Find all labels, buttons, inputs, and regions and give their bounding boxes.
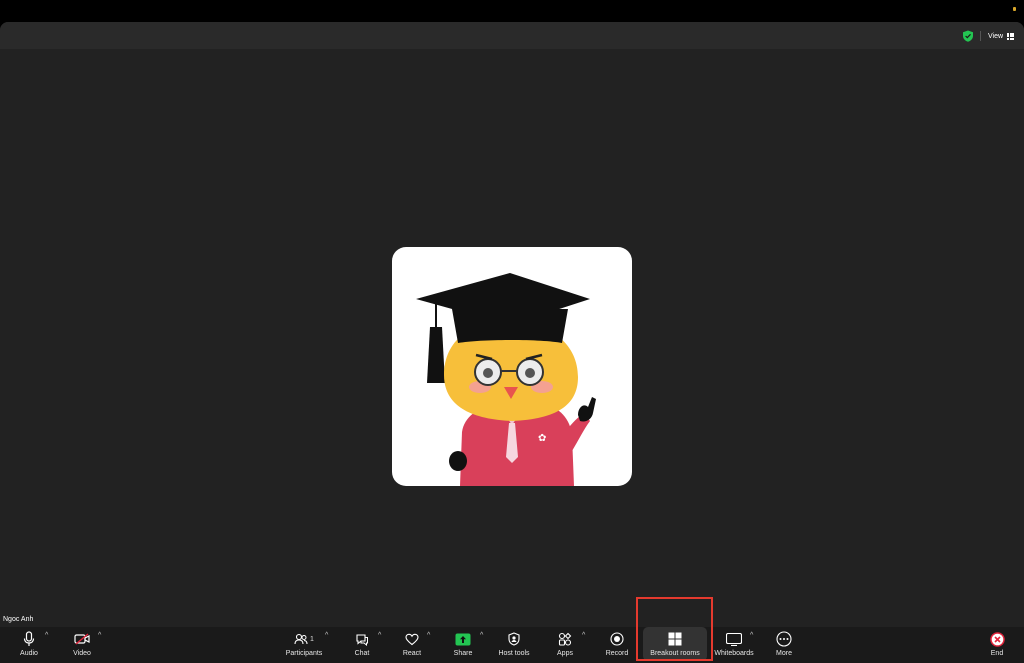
- react-button[interactable]: React: [400, 627, 424, 663]
- meeting-window: View ✿ Ngoc Anh Audio ^ Video ^ 1 Partic…: [0, 22, 1024, 663]
- react-label: React: [402, 650, 422, 657]
- meeting-toolbar: Audio ^ Video ^ 1 Participants ^ Chat ^ …: [0, 627, 1024, 663]
- apps-button[interactable]: Apps: [553, 627, 577, 663]
- whiteboard-icon: [726, 632, 742, 646]
- more-button[interactable]: More: [772, 627, 796, 663]
- chat-label: Chat: [354, 650, 370, 657]
- more-ellipsis-icon: [776, 631, 792, 647]
- host-tools-label: Host tools: [498, 650, 530, 657]
- react-options-chevron-icon[interactable]: ^: [427, 632, 430, 639]
- graduate-mascot-image: ✿: [416, 273, 596, 486]
- video-button[interactable]: Video: [68, 627, 96, 663]
- apps-options-chevron-icon[interactable]: ^: [582, 632, 585, 639]
- participant-name-tag: Ngoc Anh: [3, 616, 34, 623]
- participants-label: Participants: [285, 650, 323, 657]
- title-bar: View: [0, 22, 1024, 49]
- whiteboards-label: Whiteboards: [714, 650, 754, 657]
- chat-bubble-icon: [356, 633, 368, 646]
- apps-label: Apps: [557, 650, 573, 657]
- host-tools-button[interactable]: Host tools: [495, 627, 533, 663]
- record-button[interactable]: Record: [603, 627, 631, 663]
- audio-options-chevron-icon[interactable]: ^: [45, 632, 48, 639]
- video-options-chevron-icon[interactable]: ^: [98, 632, 101, 639]
- host-shield-icon: [508, 632, 520, 646]
- os-menu-bar: [0, 0, 1024, 22]
- participants-button[interactable]: 1 Participants: [282, 627, 326, 663]
- share-label: Share: [453, 650, 473, 657]
- record-label: Record: [605, 650, 629, 657]
- participant-avatar: ✿: [392, 247, 632, 486]
- whiteboards-options-chevron-icon[interactable]: ^: [750, 632, 753, 639]
- audio-label: Audio: [20, 650, 38, 657]
- end-close-icon: [989, 631, 1005, 647]
- more-label: More: [776, 650, 792, 657]
- chat-button[interactable]: Chat: [350, 627, 374, 663]
- participants-options-chevron-icon[interactable]: ^: [325, 632, 328, 639]
- participants-count: 1: [310, 635, 314, 643]
- apps-icon: [558, 632, 572, 646]
- microphone-icon: [23, 631, 35, 646]
- video-stage: ✿: [0, 49, 1024, 625]
- view-button[interactable]: View: [984, 28, 1018, 44]
- grid-icon: [1007, 32, 1015, 40]
- audio-button[interactable]: Audio: [14, 627, 44, 663]
- encryption-shield-icon[interactable]: [962, 30, 974, 42]
- video-off-icon: [74, 633, 90, 645]
- heart-icon: [405, 633, 419, 645]
- title-separator: [980, 31, 981, 41]
- status-dot-icon: [1013, 7, 1016, 11]
- video-label: Video: [73, 650, 91, 657]
- chat-options-chevron-icon[interactable]: ^: [378, 632, 381, 639]
- breakout-rooms-annotation-box: [636, 597, 713, 661]
- share-button[interactable]: Share: [451, 627, 475, 663]
- record-icon: [610, 632, 624, 646]
- share-options-chevron-icon[interactable]: ^: [480, 632, 483, 639]
- participants-icon: [294, 633, 308, 645]
- share-screen-icon: [455, 633, 471, 645]
- end-label: End: [990, 650, 1004, 657]
- svg-text:✿: ✿: [538, 433, 546, 444]
- end-meeting-button[interactable]: End: [985, 627, 1009, 663]
- view-label: View: [988, 32, 1004, 40]
